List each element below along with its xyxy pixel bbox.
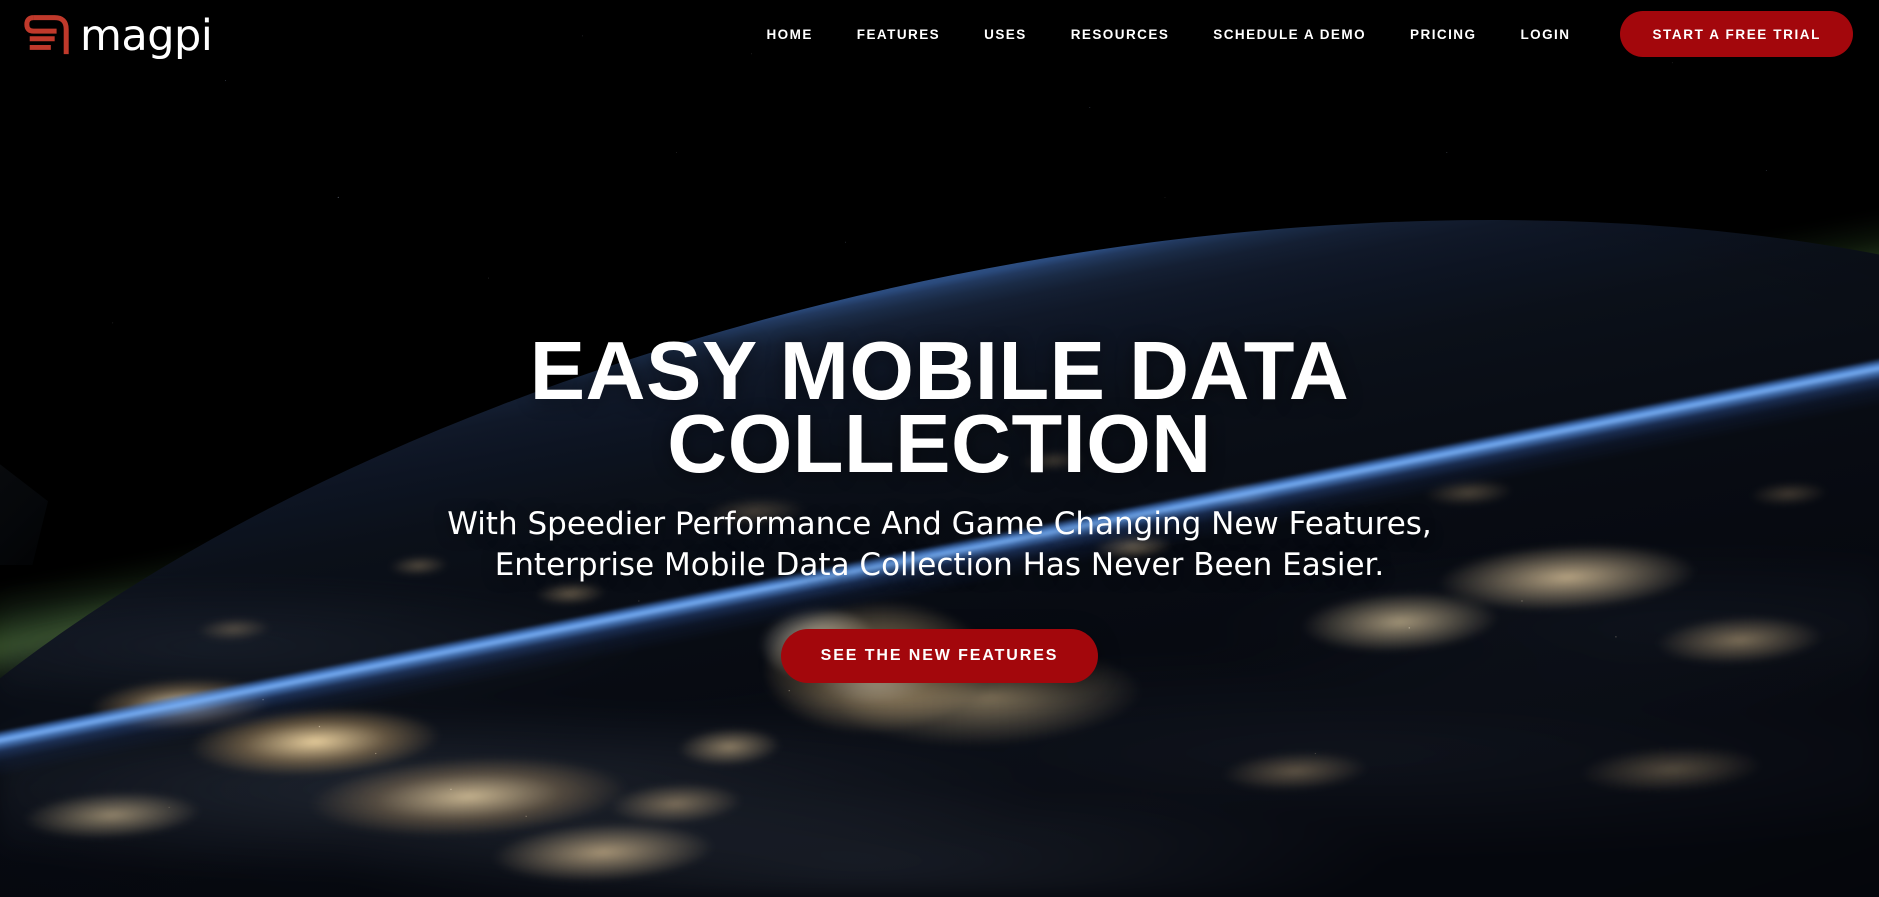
hero-headline-line-2: COLLECTION [667, 397, 1212, 491]
hero-section: magpi HOME FEATURES USES RESOURCES SCHED… [0, 0, 1879, 897]
nav-link-home[interactable]: HOME [744, 27, 834, 42]
hero-subheadline-line-2: Enterprise Mobile Data Collection Has Ne… [494, 547, 1385, 584]
nav-link-pricing[interactable]: PRICING [1388, 27, 1498, 42]
start-free-trial-button[interactable]: START A FREE TRIAL [1620, 11, 1853, 57]
site-header: magpi HOME FEATURES USES RESOURCES SCHED… [0, 0, 1879, 68]
hero-subheadline-line-1: With Speedier Performance And Game Chang… [447, 506, 1432, 543]
nav-link-login[interactable]: LOGIN [1498, 27, 1592, 42]
nav-link-resources[interactable]: RESOURCES [1049, 27, 1192, 42]
primary-navigation: HOME FEATURES USES RESOURCES SCHEDULE A … [744, 27, 1592, 42]
hero-headline: EASY MOBILE DATA COLLECTION [430, 329, 1450, 485]
see-new-features-button[interactable]: SEE THE NEW FEATURES [780, 628, 1099, 683]
nav-link-features[interactable]: FEATURES [835, 27, 962, 42]
nav-link-uses[interactable]: USES [962, 27, 1049, 42]
brand-wordmark: magpi [80, 10, 213, 61]
magpi-logomark-icon [24, 15, 69, 55]
hero-subheadline: With Speedier Performance And Game Chang… [410, 504, 1470, 586]
brand-logo-link[interactable]: magpi [22, 10, 213, 61]
hero-content: EASY MOBILE DATA COLLECTION With Speedie… [0, 329, 1879, 683]
nav-link-schedule-a-demo[interactable]: SCHEDULE A DEMO [1191, 27, 1388, 42]
